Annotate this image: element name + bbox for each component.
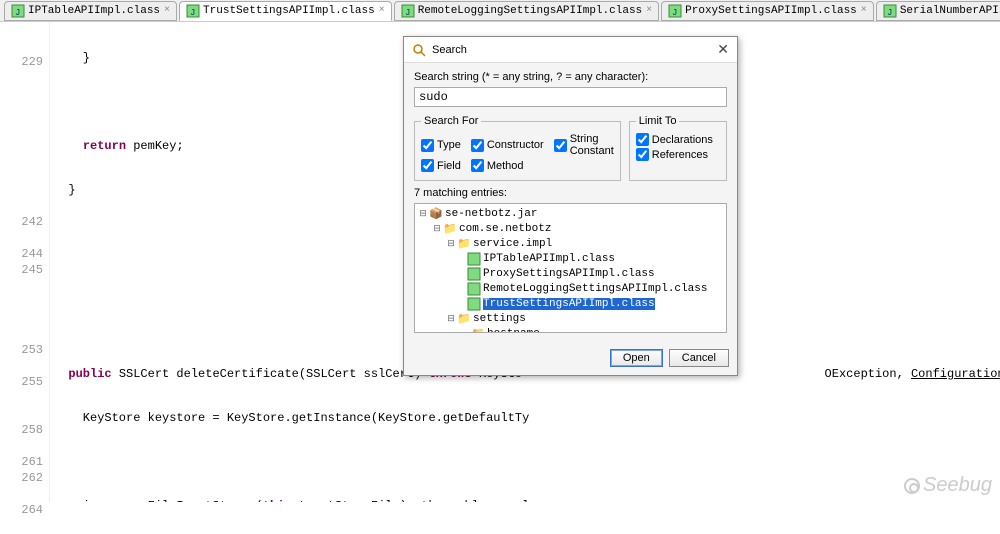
java-class-icon: J xyxy=(186,4,200,18)
chk-field[interactable]: Field xyxy=(421,159,461,172)
close-icon[interactable]: × xyxy=(379,5,385,16)
matching-count: 7 matching entries: xyxy=(414,187,727,199)
svg-text:J: J xyxy=(405,8,410,18)
editor-tabbar: J IPTableAPIImpl.class × J TrustSettings… xyxy=(0,0,1000,22)
chk-constructor[interactable]: Constructor xyxy=(471,139,544,152)
java-class-icon: J xyxy=(883,4,897,18)
tree-item[interactable]: ProxySettingsAPIImpl.class xyxy=(417,266,724,281)
chk-method[interactable]: Method xyxy=(471,159,524,172)
java-class-icon xyxy=(467,297,481,311)
close-icon[interactable]: × xyxy=(861,5,867,16)
tab-label: RemoteLoggingSettingsAPIImpl.class xyxy=(418,5,642,17)
svg-text:J: J xyxy=(190,8,195,18)
search-prompt: Search string (* = any string, ? = any c… xyxy=(414,71,727,83)
chk-stringconst[interactable]: String Constant xyxy=(554,133,614,157)
svg-text:J: J xyxy=(887,8,892,18)
chk-type[interactable]: Type xyxy=(421,139,461,152)
tab-serialnumber[interactable]: J SerialNumberAPIImpl.class × xyxy=(876,1,1000,21)
java-class-icon xyxy=(467,282,481,296)
tab-remotelogging[interactable]: J RemoteLoggingSettingsAPIImpl.class × xyxy=(394,1,659,21)
search-for-group: Search For Type Constructor String Const… xyxy=(414,115,621,181)
chk-declarations[interactable]: Declarations xyxy=(636,133,713,146)
tab-trustsettings[interactable]: J TrustSettingsAPIImpl.class × xyxy=(179,1,392,21)
limit-to-group: Limit To Declarations References xyxy=(629,115,727,181)
search-dialog: Search ✕ Search string (* = any string, … xyxy=(403,36,738,376)
tree-item-selected[interactable]: TrustSettingsAPIImpl.class xyxy=(417,296,724,311)
cancel-button[interactable]: Cancel xyxy=(669,349,729,367)
svg-text:J: J xyxy=(672,8,677,18)
close-icon[interactable]: ✕ xyxy=(717,41,729,58)
close-icon[interactable]: × xyxy=(164,5,170,16)
package-icon: 📁 xyxy=(457,312,471,326)
package-icon: 📁 xyxy=(443,222,457,236)
java-class-icon xyxy=(467,267,481,281)
close-icon[interactable]: × xyxy=(646,5,652,16)
line-gutter: 229 242 244 245 253 255 258 261 262 264 xyxy=(0,22,50,502)
java-class-icon: J xyxy=(11,4,25,18)
tab-label: ProxySettingsAPIImpl.class xyxy=(685,5,857,17)
tab-label: SerialNumberAPIImpl.class xyxy=(900,5,1000,17)
tab-iptable[interactable]: J IPTableAPIImpl.class × xyxy=(4,1,177,21)
tab-label: IPTableAPIImpl.class xyxy=(28,5,160,17)
tab-label: TrustSettingsAPIImpl.class xyxy=(203,5,375,17)
jar-icon: 📦 xyxy=(429,207,443,221)
search-input[interactable] xyxy=(414,87,727,107)
tree-item[interactable]: IPTableAPIImpl.class xyxy=(417,251,724,266)
tab-proxysettings[interactable]: J ProxySettingsAPIImpl.class × xyxy=(661,1,874,21)
tree-item[interactable]: RemoteLoggingSettingsAPIImpl.class xyxy=(417,281,724,296)
java-class-icon xyxy=(467,252,481,266)
svg-text:J: J xyxy=(15,8,20,18)
open-button[interactable]: Open xyxy=(610,349,663,367)
java-class-icon: J xyxy=(401,4,415,18)
search-icon xyxy=(412,43,426,57)
package-icon: 📁 xyxy=(457,237,471,251)
dialog-title: Search xyxy=(432,44,467,56)
results-tree[interactable]: ⊟📦se-netbotz.jar ⊟📁com.se.netbotz ⊟📁serv… xyxy=(414,203,727,333)
dialog-titlebar[interactable]: Search ✕ xyxy=(404,37,737,63)
chk-references[interactable]: References xyxy=(636,148,708,161)
package-icon: 📁 xyxy=(471,327,485,334)
java-class-icon: J xyxy=(668,4,682,18)
